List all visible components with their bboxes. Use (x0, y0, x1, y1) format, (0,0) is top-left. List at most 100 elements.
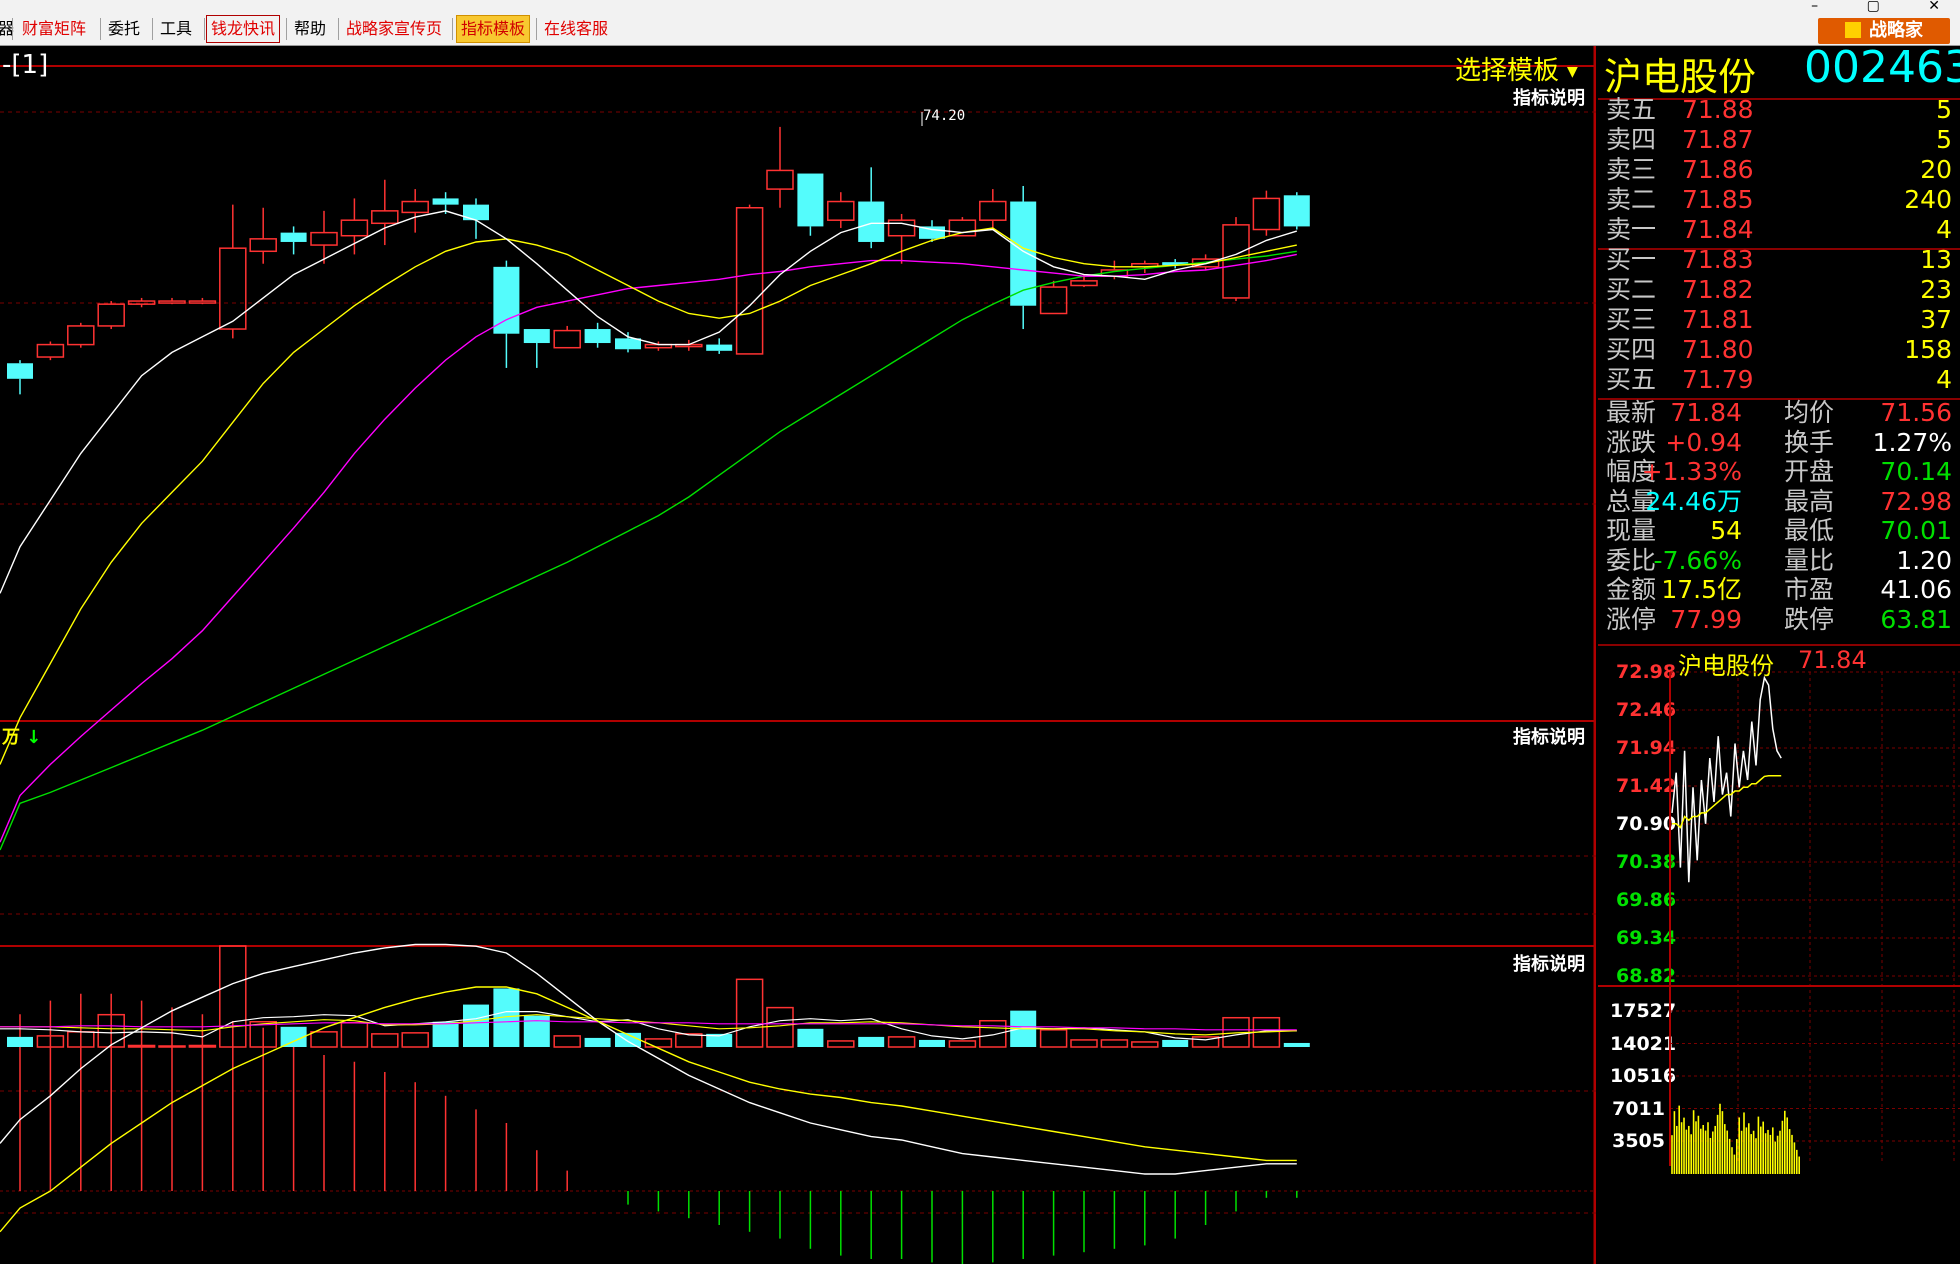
candle-body (280, 232, 307, 242)
period-tag: -[1] (2, 50, 49, 80)
arrow-down-icon: ↓ (26, 727, 42, 748)
intraday-price-line (1671, 675, 1782, 883)
candle-body (371, 210, 399, 225)
candle-body (219, 247, 247, 330)
volume-bar (797, 1028, 824, 1047)
brand-label: 战略家 (1869, 20, 1923, 41)
candle-body (887, 219, 916, 237)
window-controls: – ▢ ✕ (1767, 0, 1940, 14)
chart-canvas[interactable] (0, 46, 1596, 1264)
volume-bar (401, 1032, 429, 1048)
volume-bar (766, 1006, 794, 1048)
menu-item-fragment[interactable]: 器 (0, 16, 18, 42)
volume-bar (979, 1019, 1007, 1048)
high-marker-label: 74.20 (923, 108, 966, 124)
candle-body (979, 200, 1007, 221)
menu-separator (338, 18, 339, 40)
candle-body (127, 300, 156, 305)
indicator-info-button-main[interactable]: 指标说明 (1513, 84, 1596, 110)
menu-separator (152, 18, 153, 40)
candle-body (188, 300, 217, 304)
candle-body (797, 173, 824, 227)
candle-body (948, 219, 977, 237)
candle-body (310, 231, 338, 246)
chevron-down-icon: ▼ (1567, 63, 1578, 80)
candle-body (432, 198, 459, 205)
volume-bar (827, 1040, 855, 1048)
candle-body (858, 201, 885, 242)
minimize-icon[interactable]: – (1811, 0, 1818, 14)
candle-body (523, 329, 550, 344)
menu-separator (12, 18, 13, 40)
maximize-icon[interactable]: ▢ (1867, 0, 1880, 14)
menu-item-wealth-matrix[interactable]: 财富矩阵 (18, 16, 90, 42)
volume-bar (1162, 1039, 1189, 1047)
candle-body (249, 238, 277, 253)
volume-unit-label: 万 ↓ (2, 723, 41, 749)
volume-bar (1100, 1039, 1129, 1048)
menu-separator (452, 18, 453, 40)
volume-bar (463, 1004, 489, 1047)
volume-bar (1039, 1029, 1068, 1048)
candlesticks (7, 112, 1310, 395)
volume-bar (919, 1039, 945, 1047)
candle-body (493, 266, 520, 334)
kline-chart-area[interactable]: -[1] 选择模板 ▼ 指标说明 74.20 万 ↓ 指标说明 指标说明 (0, 46, 1596, 1264)
candle-body (158, 300, 186, 304)
brand-button[interactable]: 战略家 (1818, 18, 1950, 44)
menu-separator (100, 18, 101, 40)
volume-bar (371, 1033, 399, 1048)
candle-body (735, 207, 764, 355)
close-icon[interactable]: ✕ (1928, 0, 1940, 14)
candle-body (7, 363, 33, 379)
menu-item-online-service[interactable]: 在线客服 (540, 16, 612, 42)
menu-item-tools[interactable]: 工具 (156, 16, 196, 42)
candle-body (1283, 195, 1310, 227)
candle-body (67, 325, 95, 346)
menu-item-help[interactable]: 帮助 (290, 16, 330, 42)
candle-body (401, 200, 429, 214)
volume-bar (675, 1033, 703, 1048)
volume-bar (735, 978, 764, 1048)
indicator-info-button-volume[interactable]: 指标说明 (1513, 723, 1596, 749)
candle-body (1222, 224, 1250, 299)
candle-body (1070, 280, 1098, 287)
candle-body (97, 303, 125, 327)
volume-bar (158, 1045, 186, 1048)
menu-separator (536, 18, 537, 40)
candle-body (615, 338, 641, 350)
volume-ma-line (0, 1014, 1297, 1036)
candle-body (553, 329, 581, 349)
candle-body (1252, 197, 1281, 231)
volume-bar (310, 1031, 338, 1048)
menu-item-promo-page[interactable]: 战略家宣传页 (342, 16, 446, 42)
volume-bar (858, 1036, 885, 1047)
indicator-info-button-macd[interactable]: 指标说明 (1513, 950, 1596, 976)
volume-bar (553, 1035, 581, 1048)
ma5-line (0, 210, 1298, 594)
volume-ma-line (0, 1010, 1297, 1041)
candle-body (1039, 286, 1068, 315)
volume-bar (1131, 1041, 1159, 1048)
quote-panel: 沪电股份 002463 卖五 71.88 5 卖四 71.87 5 卖三 71.86 20 卖二 7… (1598, 42, 1960, 1264)
volume-bar (7, 1036, 33, 1047)
menu-bar: 器 财富矩阵 委托 工具 钱龙快讯 帮助 战略家宣传页 指标模板 在线客服 – … (0, 0, 1960, 46)
macd-dea-line (0, 986, 1297, 1233)
menu-item-qianlong-news[interactable]: 钱龙快讯 (206, 15, 281, 43)
candle-body (766, 169, 794, 190)
intraday-avg-line (1672, 774, 1782, 829)
menu-item-entrust[interactable]: 委托 (104, 16, 144, 42)
template-select[interactable]: 选择模板 ▼ (1455, 50, 1578, 87)
template-select-label: 选择模板 (1455, 56, 1560, 86)
menu-separator (204, 18, 205, 40)
ma10-line (0, 227, 1297, 765)
volume-bar (1070, 1039, 1098, 1048)
candle-body (827, 200, 855, 221)
menu-item-indicator-template[interactable]: 指标模板 (456, 15, 531, 43)
grid (0, 46, 1596, 1264)
intraday-mini-chart[interactable] (1598, 46, 1960, 1264)
menu-separator (286, 18, 287, 40)
cube-icon (1845, 22, 1861, 38)
volume-bar (948, 1040, 977, 1048)
volume-bar (644, 1038, 673, 1048)
